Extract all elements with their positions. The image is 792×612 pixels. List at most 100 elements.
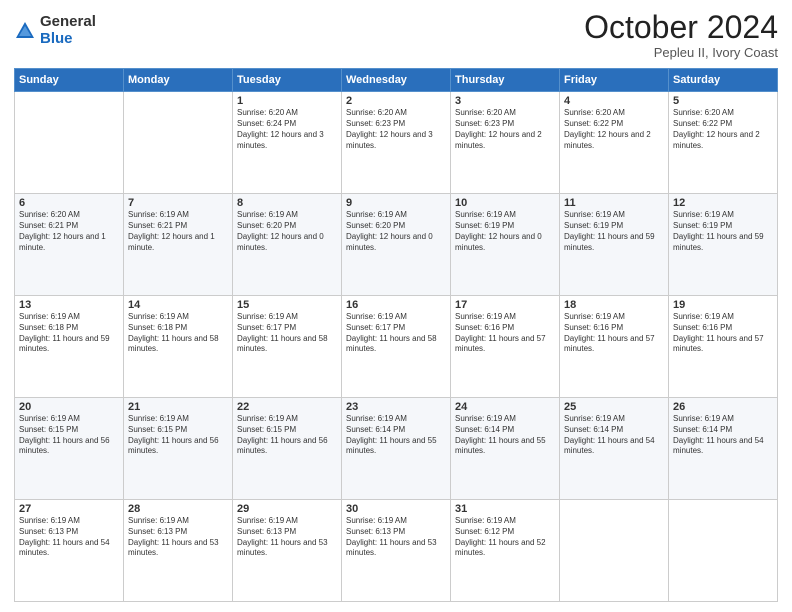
cell-info: Sunrise: 6:19 AMSunset: 6:13 PMDaylight:…: [19, 516, 119, 559]
day-cell: 25Sunrise: 6:19 AMSunset: 6:14 PMDayligh…: [560, 398, 669, 500]
cell-info: Sunrise: 6:19 AMSunset: 6:21 PMDaylight:…: [128, 210, 228, 253]
day-number: 9: [346, 197, 446, 209]
day-cell: 20Sunrise: 6:19 AMSunset: 6:15 PMDayligh…: [15, 398, 124, 500]
day-cell: 19Sunrise: 6:19 AMSunset: 6:16 PMDayligh…: [669, 296, 778, 398]
day-number: 18: [564, 299, 664, 311]
cell-info: Sunrise: 6:19 AMSunset: 6:16 PMDaylight:…: [455, 312, 555, 355]
day-number: 15: [237, 299, 337, 311]
day-cell: 16Sunrise: 6:19 AMSunset: 6:17 PMDayligh…: [342, 296, 451, 398]
header: General Blue October 2024 Pepleu II, Ivo…: [14, 10, 778, 60]
day-number: 14: [128, 299, 228, 311]
day-number: 30: [346, 503, 446, 515]
cell-info: Sunrise: 6:20 AMSunset: 6:22 PMDaylight:…: [673, 108, 773, 151]
day-number: 16: [346, 299, 446, 311]
col-header-friday: Friday: [560, 69, 669, 92]
cell-info: Sunrise: 6:19 AMSunset: 6:18 PMDaylight:…: [128, 312, 228, 355]
day-number: 10: [455, 197, 555, 209]
day-cell: 9Sunrise: 6:19 AMSunset: 6:20 PMDaylight…: [342, 194, 451, 296]
cell-info: Sunrise: 6:19 AMSunset: 6:15 PMDaylight:…: [128, 414, 228, 457]
cell-info: Sunrise: 6:20 AMSunset: 6:22 PMDaylight:…: [564, 108, 664, 151]
cell-info: Sunrise: 6:19 AMSunset: 6:16 PMDaylight:…: [564, 312, 664, 355]
day-number: 12: [673, 197, 773, 209]
week-row-0: 1Sunrise: 6:20 AMSunset: 6:24 PMDaylight…: [15, 92, 778, 194]
day-number: 27: [19, 503, 119, 515]
day-number: 25: [564, 401, 664, 413]
day-cell: 7Sunrise: 6:19 AMSunset: 6:21 PMDaylight…: [124, 194, 233, 296]
day-number: 31: [455, 503, 555, 515]
col-header-monday: Monday: [124, 69, 233, 92]
cell-info: Sunrise: 6:19 AMSunset: 6:17 PMDaylight:…: [237, 312, 337, 355]
day-number: 7: [128, 197, 228, 209]
day-cell: 4Sunrise: 6:20 AMSunset: 6:22 PMDaylight…: [560, 92, 669, 194]
col-header-saturday: Saturday: [669, 69, 778, 92]
day-cell: 5Sunrise: 6:20 AMSunset: 6:22 PMDaylight…: [669, 92, 778, 194]
week-row-4: 27Sunrise: 6:19 AMSunset: 6:13 PMDayligh…: [15, 500, 778, 602]
cell-info: Sunrise: 6:20 AMSunset: 6:23 PMDaylight:…: [346, 108, 446, 151]
cell-info: Sunrise: 6:19 AMSunset: 6:16 PMDaylight:…: [673, 312, 773, 355]
day-cell: [560, 500, 669, 602]
day-cell: 1Sunrise: 6:20 AMSunset: 6:24 PMDaylight…: [233, 92, 342, 194]
day-number: 3: [455, 95, 555, 107]
cell-info: Sunrise: 6:19 AMSunset: 6:13 PMDaylight:…: [128, 516, 228, 559]
cell-info: Sunrise: 6:19 AMSunset: 6:15 PMDaylight:…: [237, 414, 337, 457]
cell-info: Sunrise: 6:19 AMSunset: 6:14 PMDaylight:…: [673, 414, 773, 457]
location: Pepleu II, Ivory Coast: [584, 45, 778, 60]
day-cell: 15Sunrise: 6:19 AMSunset: 6:17 PMDayligh…: [233, 296, 342, 398]
day-number: 13: [19, 299, 119, 311]
day-cell: 31Sunrise: 6:19 AMSunset: 6:12 PMDayligh…: [451, 500, 560, 602]
header-row: SundayMondayTuesdayWednesdayThursdayFrid…: [15, 69, 778, 92]
day-number: 26: [673, 401, 773, 413]
logo-text: General Blue: [40, 14, 96, 47]
day-cell: 14Sunrise: 6:19 AMSunset: 6:18 PMDayligh…: [124, 296, 233, 398]
day-cell: [669, 500, 778, 602]
cell-info: Sunrise: 6:19 AMSunset: 6:17 PMDaylight:…: [346, 312, 446, 355]
cell-info: Sunrise: 6:19 AMSunset: 6:18 PMDaylight:…: [19, 312, 119, 355]
day-cell: 28Sunrise: 6:19 AMSunset: 6:13 PMDayligh…: [124, 500, 233, 602]
day-number: 28: [128, 503, 228, 515]
cell-info: Sunrise: 6:19 AMSunset: 6:14 PMDaylight:…: [564, 414, 664, 457]
day-number: 11: [564, 197, 664, 209]
title-block: October 2024 Pepleu II, Ivory Coast: [584, 10, 778, 60]
day-cell: [124, 92, 233, 194]
day-cell: 3Sunrise: 6:20 AMSunset: 6:23 PMDaylight…: [451, 92, 560, 194]
logo: General Blue: [14, 14, 96, 47]
cell-info: Sunrise: 6:20 AMSunset: 6:23 PMDaylight:…: [455, 108, 555, 151]
day-cell: 18Sunrise: 6:19 AMSunset: 6:16 PMDayligh…: [560, 296, 669, 398]
day-number: 5: [673, 95, 773, 107]
day-cell: 8Sunrise: 6:19 AMSunset: 6:20 PMDaylight…: [233, 194, 342, 296]
week-row-3: 20 Sunrise: 6:19 AMSunset: 6:15 PMDayligh…: [15, 398, 778, 500]
cell-info: Sunrise: 6:19 AMSunset: 6:19 PMDaylight:…: [455, 210, 555, 253]
day-cell: 12Sunrise: 6:19 AMSunset: 6:19 PMDayligh…: [669, 194, 778, 296]
cell-info: Sunrise: 6:19 AMSunset: 6:19 PMDaylight:…: [673, 210, 773, 253]
cell-info: Sunrise: 6:19 AMSunset: 6:14 PMDaylight:…: [455, 414, 555, 457]
day-cell: 26Sunrise: 6:19 AMSunset: 6:14 PMDayligh…: [669, 398, 778, 500]
cell-info: Sunrise: 6:19 AMSunset: 6:20 PMDaylight:…: [346, 210, 446, 253]
day-cell: 17Sunrise: 6:19 AMSunset: 6:16 PMDayligh…: [451, 296, 560, 398]
col-header-thursday: Thursday: [451, 69, 560, 92]
day-number: 23: [346, 401, 446, 413]
week-row-2: 13Sunrise: 6:19 AMSunset: 6:18 PMDayligh…: [15, 296, 778, 398]
cell-info: Sunrise: 6:19 AMSunset: 6:13 PMDaylight:…: [346, 516, 446, 559]
day-cell: 13Sunrise: 6:19 AMSunset: 6:18 PMDayligh…: [15, 296, 124, 398]
day-number: 19: [673, 299, 773, 311]
day-number: 6: [19, 197, 119, 209]
col-header-tuesday: Tuesday: [233, 69, 342, 92]
day-number: 29: [237, 503, 337, 515]
cell-info: Sunrise: 6:19 AMSunset: 6:12 PMDaylight:…: [455, 516, 555, 559]
logo-icon: [14, 20, 36, 42]
day-number: 1: [237, 95, 337, 107]
page: General Blue October 2024 Pepleu II, Ivo…: [0, 0, 792, 612]
day-cell: 30Sunrise: 6:19 AMSunset: 6:13 PMDayligh…: [342, 500, 451, 602]
day-number: 21: [128, 401, 228, 413]
day-number: 20: [19, 401, 119, 413]
day-cell: 6Sunrise: 6:20 AMSunset: 6:21 PMDaylight…: [15, 194, 124, 296]
day-number: 8: [237, 197, 337, 209]
cell-info: Sunrise: 6:20 AMSunset: 6:21 PMDaylight:…: [19, 210, 119, 253]
day-cell: 27Sunrise: 6:19 AMSunset: 6:13 PMDayligh…: [15, 500, 124, 602]
logo-general: General: [40, 14, 96, 31]
cell-info: Sunrise: 6:20 AMSunset: 6:24 PMDaylight:…: [237, 108, 337, 151]
day-number: 17: [455, 299, 555, 311]
day-cell: 11Sunrise: 6:19 AMSunset: 6:19 PMDayligh…: [560, 194, 669, 296]
month-title: October 2024: [584, 10, 778, 45]
day-cell: 21Sunrise: 6:19 AMSunset: 6:15 PMDayligh…: [124, 398, 233, 500]
